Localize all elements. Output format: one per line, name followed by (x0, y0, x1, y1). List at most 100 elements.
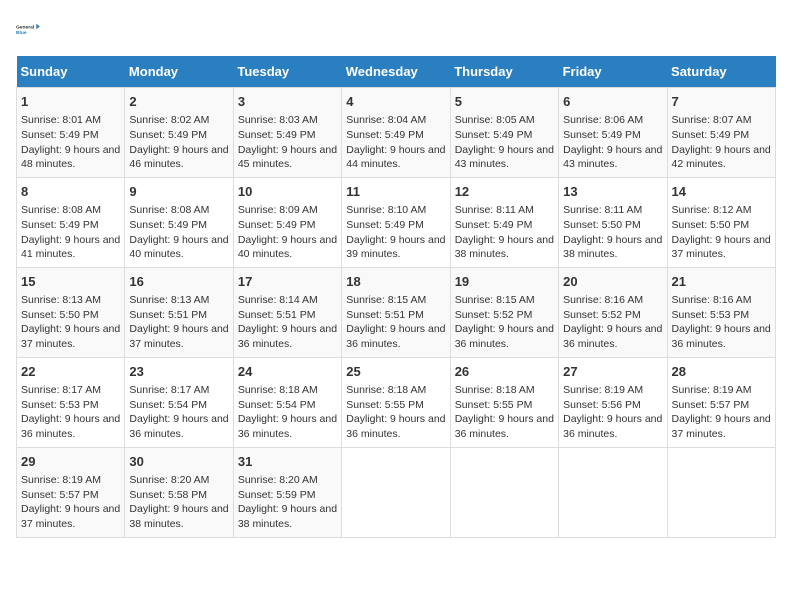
day-info: Sunrise: 8:16 AMSunset: 5:52 PMDaylight:… (563, 293, 662, 352)
week-row-4: 22 Sunrise: 8:17 AMSunset: 5:53 PMDayligh… (17, 357, 776, 447)
calendar-cell: 9 Sunrise: 8:08 AMSunset: 5:49 PMDaylight… (125, 177, 233, 267)
day-info: Sunrise: 8:11 AMSunset: 5:50 PMDaylight:… (563, 203, 662, 262)
day-number: 25 (346, 363, 445, 381)
calendar-cell (342, 447, 450, 537)
day-info: Sunrise: 8:16 AMSunset: 5:53 PMDaylight:… (672, 293, 771, 352)
day-number: 2 (129, 93, 228, 111)
day-info: Sunrise: 8:15 AMSunset: 5:52 PMDaylight:… (455, 293, 554, 352)
day-number: 24 (238, 363, 337, 381)
day-number: 15 (21, 273, 120, 291)
day-info: Sunrise: 8:17 AMSunset: 5:54 PMDaylight:… (129, 383, 228, 442)
day-info: Sunrise: 8:13 AMSunset: 5:50 PMDaylight:… (21, 293, 120, 352)
day-number: 3 (238, 93, 337, 111)
calendar-cell: 28Sunrise: 8:19 AMSunset: 5:57 PMDayligh… (667, 357, 775, 447)
header: GeneralBlue (16, 16, 776, 44)
day-number: 16 (129, 273, 228, 291)
dow-header-saturday: Saturday (667, 56, 775, 88)
day-number: 1 (21, 93, 120, 111)
day-number: 7 (672, 93, 771, 111)
dow-header-wednesday: Wednesday (342, 56, 450, 88)
day-number: 9 (129, 183, 228, 201)
calendar-cell: 2 Sunrise: 8:02 AMSunset: 5:49 PMDaylight… (125, 88, 233, 178)
day-info: Sunrise: 8:08 AMSunset: 5:49 PMDaylight:… (21, 203, 120, 262)
calendar-cell: 1Sunrise: 8:01 AMSunset: 5:49 PMDaylight… (17, 88, 125, 178)
dow-header-thursday: Thursday (450, 56, 558, 88)
calendar-cell: 29 Sunrise: 8:19 AMSunset: 5:57 PMDayligh… (17, 447, 125, 537)
day-info: Sunrise: 8:18 AMSunset: 5:55 PMDaylight:… (346, 383, 445, 442)
calendar-cell: 10 Sunrise: 8:09 AMSunset: 5:49 PMDayligh… (233, 177, 341, 267)
day-number: 13 (563, 183, 662, 201)
day-info: Sunrise: 8:02 AMSunset: 5:49 PMDaylight:… (129, 113, 228, 172)
dow-header-sunday: Sunday (17, 56, 125, 88)
day-number: 19 (455, 273, 554, 291)
day-info: Sunrise: 8:12 AMSunset: 5:50 PMDaylight:… (672, 203, 771, 262)
day-info: Sunrise: 8:17 AMSunset: 5:53 PMDaylight:… (21, 383, 120, 442)
day-number: 17 (238, 273, 337, 291)
week-row-5: 29 Sunrise: 8:19 AMSunset: 5:57 PMDayligh… (17, 447, 776, 537)
calendar-table: SundayMondayTuesdayWednesdayThursdayFrid… (16, 56, 776, 538)
day-info: Sunrise: 8:13 AMSunset: 5:51 PMDaylight:… (129, 293, 228, 352)
day-number: 27 (563, 363, 662, 381)
dow-header-friday: Friday (559, 56, 667, 88)
day-info: Sunrise: 8:05 AMSunset: 5:49 PMDaylight:… (455, 113, 554, 172)
day-number: 22 (21, 363, 120, 381)
calendar-cell: 20 Sunrise: 8:16 AMSunset: 5:52 PMDayligh… (559, 267, 667, 357)
day-number: 8 (21, 183, 120, 201)
calendar-cell: 14 Sunrise: 8:12 AMSunset: 5:50 PMDayligh… (667, 177, 775, 267)
day-number: 6 (563, 93, 662, 111)
calendar-cell (450, 447, 558, 537)
day-info: Sunrise: 8:09 AMSunset: 5:49 PMDaylight:… (238, 203, 337, 262)
day-info: Sunrise: 8:19 AMSunset: 5:56 PMDaylight:… (563, 383, 662, 442)
calendar-cell: 7 Sunrise: 8:07 AMSunset: 5:49 PMDaylight… (667, 88, 775, 178)
day-number: 30 (129, 453, 228, 471)
calendar-cell: 17 Sunrise: 8:14 AMSunset: 5:51 PMDayligh… (233, 267, 341, 357)
logo-icon: GeneralBlue (16, 16, 44, 44)
svg-text:General: General (16, 25, 35, 31)
calendar-cell: 11 Sunrise: 8:10 AMSunset: 5:49 PMDayligh… (342, 177, 450, 267)
day-number: 4 (346, 93, 445, 111)
day-number: 29 (21, 453, 120, 471)
calendar-cell: 18Sunrise: 8:15 AMSunset: 5:51 PMDayligh… (342, 267, 450, 357)
week-row-3: 15 Sunrise: 8:13 AMSunset: 5:50 PMDayligh… (17, 267, 776, 357)
day-info: Sunrise: 8:04 AMSunset: 5:49 PMDaylight:… (346, 113, 445, 172)
day-info: Sunrise: 8:19 AMSunset: 5:57 PMDaylight:… (21, 473, 120, 532)
dow-header-monday: Monday (125, 56, 233, 88)
day-info: Sunrise: 8:07 AMSunset: 5:49 PMDaylight:… (672, 113, 771, 172)
day-info: Sunrise: 8:10 AMSunset: 5:49 PMDaylight:… (346, 203, 445, 262)
day-info: Sunrise: 8:18 AMSunset: 5:55 PMDaylight:… (455, 383, 554, 442)
calendar-cell: 15 Sunrise: 8:13 AMSunset: 5:50 PMDayligh… (17, 267, 125, 357)
day-number: 23 (129, 363, 228, 381)
calendar-cell: 26Sunrise: 8:18 AMSunset: 5:55 PMDayligh… (450, 357, 558, 447)
day-info: Sunrise: 8:14 AMSunset: 5:51 PMDaylight:… (238, 293, 337, 352)
calendar-cell: 22 Sunrise: 8:17 AMSunset: 5:53 PMDayligh… (17, 357, 125, 447)
day-number: 5 (455, 93, 554, 111)
day-number: 20 (563, 273, 662, 291)
day-number: 18 (346, 273, 445, 291)
week-row-1: 1Sunrise: 8:01 AMSunset: 5:49 PMDaylight… (17, 88, 776, 178)
day-info: Sunrise: 8:18 AMSunset: 5:54 PMDaylight:… (238, 383, 337, 442)
day-number: 31 (238, 453, 337, 471)
day-number: 21 (672, 273, 771, 291)
calendar-cell: 4 Sunrise: 8:04 AMSunset: 5:49 PMDaylight… (342, 88, 450, 178)
day-number: 14 (672, 183, 771, 201)
calendar-cell: 23 Sunrise: 8:17 AMSunset: 5:54 PMDayligh… (125, 357, 233, 447)
calendar-cell: 5 Sunrise: 8:05 AMSunset: 5:49 PMDaylight… (450, 88, 558, 178)
week-row-2: 8 Sunrise: 8:08 AMSunset: 5:49 PMDaylight… (17, 177, 776, 267)
calendar-cell: 27 Sunrise: 8:19 AMSunset: 5:56 PMDayligh… (559, 357, 667, 447)
svg-text:Blue: Blue (16, 30, 27, 36)
day-info: Sunrise: 8:11 AMSunset: 5:49 PMDaylight:… (455, 203, 554, 262)
calendar-cell: 16 Sunrise: 8:13 AMSunset: 5:51 PMDayligh… (125, 267, 233, 357)
day-info: Sunrise: 8:20 AMSunset: 5:59 PMDaylight:… (238, 473, 337, 532)
dow-header-tuesday: Tuesday (233, 56, 341, 88)
day-number: 28 (672, 363, 771, 381)
day-number: 10 (238, 183, 337, 201)
calendar-cell (667, 447, 775, 537)
day-number: 11 (346, 183, 445, 201)
day-info: Sunrise: 8:20 AMSunset: 5:58 PMDaylight:… (129, 473, 228, 532)
day-number: 12 (455, 183, 554, 201)
calendar-cell: 19 Sunrise: 8:15 AMSunset: 5:52 PMDayligh… (450, 267, 558, 357)
day-info: Sunrise: 8:08 AMSunset: 5:49 PMDaylight:… (129, 203, 228, 262)
calendar-cell: 24 Sunrise: 8:18 AMSunset: 5:54 PMDayligh… (233, 357, 341, 447)
day-info: Sunrise: 8:03 AMSunset: 5:49 PMDaylight:… (238, 113, 337, 172)
day-of-week-header-row: SundayMondayTuesdayWednesdayThursdayFrid… (17, 56, 776, 88)
